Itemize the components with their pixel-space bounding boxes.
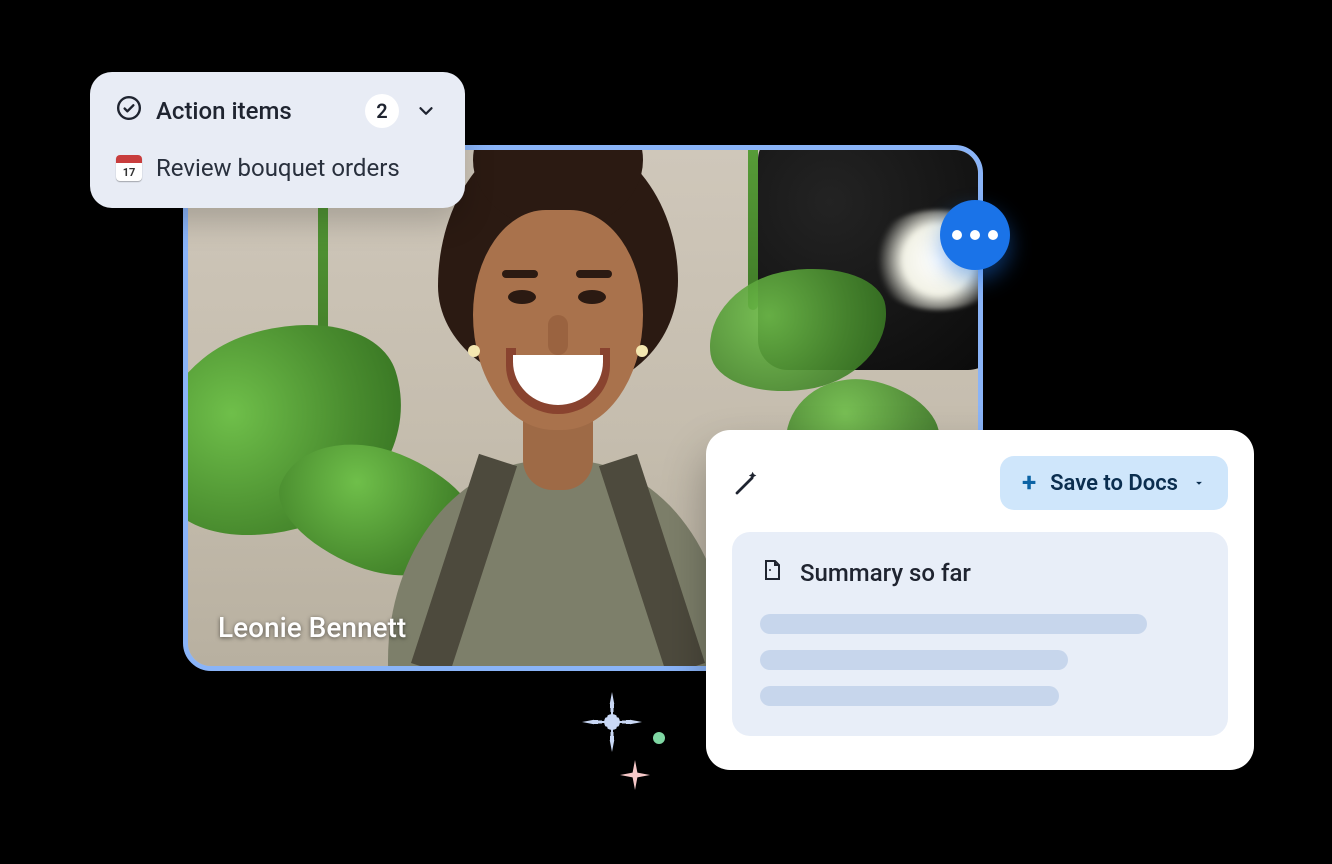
chevron-down-icon[interactable] <box>413 98 439 124</box>
check-circle-icon <box>116 95 142 127</box>
calendar-icon <box>116 155 142 181</box>
dot-icon <box>952 230 962 240</box>
summary-placeholder-line <box>760 650 1068 670</box>
summary-body: Summary so far <box>732 532 1228 736</box>
sparkle-icon <box>582 692 642 752</box>
document-icon <box>760 558 784 588</box>
sparkle-icon <box>620 760 650 790</box>
action-item-label: Review bouquet orders <box>156 154 400 182</box>
participant-name-label: Leonie Bennett <box>218 611 406 644</box>
summary-card: + Save to Docs Summary so far <box>706 430 1254 770</box>
more-options-button[interactable] <box>940 200 1010 270</box>
dropdown-caret-icon[interactable] <box>1192 476 1206 490</box>
summary-placeholder-line <box>760 614 1147 634</box>
sparkle-dot-icon <box>653 732 665 744</box>
dot-icon <box>970 230 980 240</box>
summary-section-title: Summary so far <box>800 559 971 587</box>
action-item-row[interactable]: Review bouquet orders <box>116 154 439 182</box>
action-items-title: Action items <box>156 97 292 125</box>
magic-wand-icon <box>732 468 762 498</box>
save-to-docs-label: Save to Docs <box>1050 471 1178 496</box>
save-to-docs-button[interactable]: + Save to Docs <box>1000 456 1228 510</box>
dot-icon <box>988 230 998 240</box>
summary-placeholder-line <box>760 686 1059 706</box>
action-items-card: Action items 2 Review bouquet orders <box>90 72 465 208</box>
plus-icon: + <box>1022 470 1036 496</box>
participant-figure <box>378 145 738 671</box>
action-items-count-badge: 2 <box>365 94 399 128</box>
